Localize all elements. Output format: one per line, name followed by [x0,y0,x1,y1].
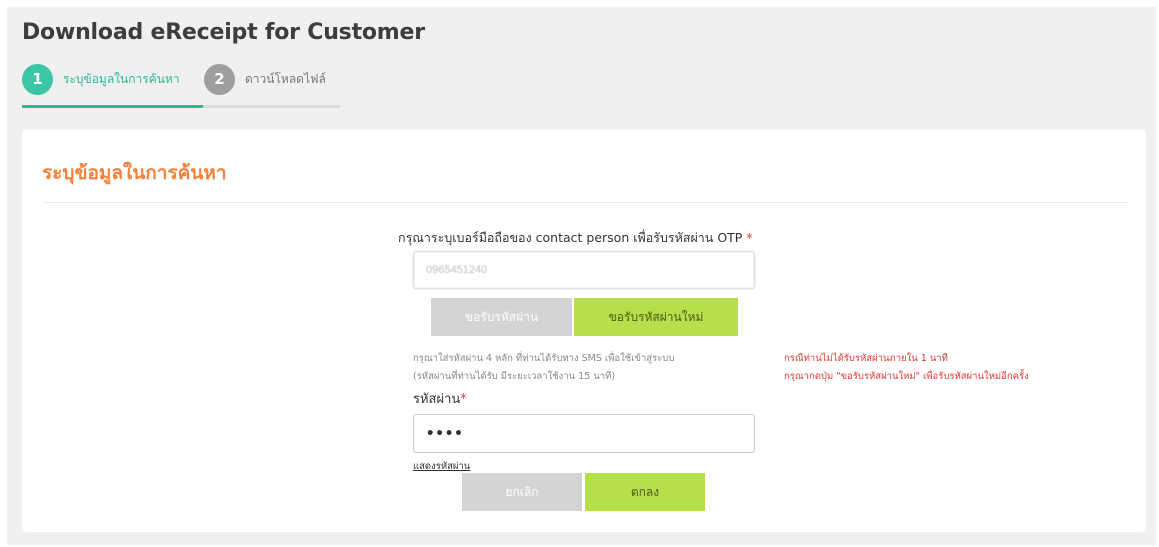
section-divider [42,202,1128,203]
password-input[interactable] [413,414,755,453]
request-otp-button[interactable]: ขอรับรหัสผ่าน [431,298,572,336]
phone-input[interactable] [413,251,755,289]
otp-hint-line-1: กรุณาใส่รหัสผ่าน 4 หลัก ที่ท่านได้รับทาง… [413,353,675,364]
password-label-text: รหัสผ่าน [413,392,461,407]
stepper-progress [22,105,203,108]
step-1: 1 ระบุข้อมูลในการค้นหา [22,62,180,96]
otp-hint-line-2: (รหัสผ่านที่ท่านได้รับ มีระยะเวลาใช้งาน … [413,371,616,382]
otp-hint: กรุณาใส่รหัสผ่าน 4 หลัก ที่ท่านได้รับทาง… [413,350,674,386]
resend-hint-line-2: กรุณากดปุ่ม "ขอรับรหัสผ่านใหม่" เพื่อรับ… [784,371,1029,382]
password-label: รหัสผ่าน* [413,388,467,409]
step-1-label: ระบุข้อมูลในการค้นหา [63,71,180,86]
search-form-card: ระบุข้อมูลในการค้นหา กรุณาระบุเบอร์มือถื… [22,130,1146,532]
step-2-number: 2 [204,63,235,95]
cancel-button[interactable]: ยกเลิก [462,473,582,511]
step-1-number: 1 [22,63,53,95]
show-password-link[interactable]: แสดงรหัสผ่าน [413,459,470,474]
phone-label-text: กรุณาระบุเบอร์มือถือของ contact person เ… [398,230,743,245]
required-mark: * [746,230,753,245]
phone-label: กรุณาระบุเบอร์มือถือของ contact person เ… [398,228,753,248]
step-2-label: ดาวน์โหลดไฟล์ [245,71,326,86]
request-new-otp-button[interactable]: ขอรับรหัสผ่านใหม่ [574,298,738,336]
ok-button[interactable]: ตกลง [585,473,705,511]
password-required-mark: * [460,392,467,407]
page-title: Download eReceipt for Customer [22,20,425,45]
step-2: 2 ดาวน์โหลดไฟล์ [204,62,326,96]
section-title: ระบุข้อมูลในการค้นหา [42,162,227,184]
resend-hint: กรณีท่านไม่ได้รับรหัสผ่านภายใน 1 นาที กร… [784,350,1029,386]
resend-hint-line-1: กรณีท่านไม่ได้รับรหัสผ่านภายใน 1 นาที [784,353,948,364]
